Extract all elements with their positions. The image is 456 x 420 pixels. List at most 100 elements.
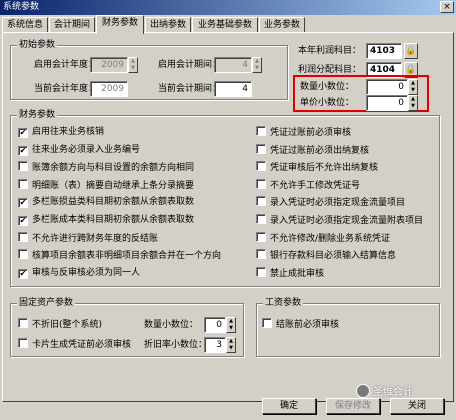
dep-rate-decimal-spinner[interactable]: ▲ ▼ [226, 337, 236, 353]
finance-left-checkbox-0[interactable]: ✔ 启用往来业务核销 [18, 126, 104, 138]
finance-params-title: 财务参数 [17, 109, 58, 121]
checkbox-box [262, 318, 272, 328]
checkbox-box [18, 249, 28, 260]
checkbox-box [256, 196, 266, 207]
finance-right-checkbox-4[interactable]: 录入凭证时必须指定现金流量项目 [256, 196, 405, 208]
finance-right-checkbox-label: 录入凭证时必须指定现金流量附表项目 [270, 216, 424, 226]
checkbox-box [256, 161, 266, 172]
profit-account-label: 本年利润科目： [298, 46, 362, 56]
finance-right-checkbox-label: 录入凭证时必须指定现金流量项目 [270, 198, 406, 209]
tab-cashier-params[interactable]: 出纳参数 [145, 17, 191, 33]
finance-right-checkbox-8[interactable]: 禁止成批审核 [256, 266, 325, 279]
finance-right-checkbox-2[interactable]: 凭证审核后不允许出纳复核 [256, 161, 378, 173]
tab-system-info[interactable]: 系统信息 [2, 17, 48, 33]
finance-left-checkbox-label: 往来业务必须录入业务编号 [32, 144, 141, 155]
start-year-spinner: ▲ ▼ [128, 57, 138, 73]
card-audit-checkbox[interactable]: 卡片生成凭证前必须审核 [18, 338, 131, 350]
ok-button[interactable]: 确定 [262, 398, 316, 414]
finance-right-checkbox-3[interactable]: 不允许手工修改凭证号 [256, 178, 361, 191]
window-title: 系统参数 [3, 2, 40, 12]
current-year-label: 当前会计年度： [34, 84, 98, 94]
checkbox-box [256, 214, 266, 224]
profit-account-field[interactable]: 4103 [366, 43, 402, 59]
finance-right-checkbox-label: 凭证过账前必须审核 [270, 128, 352, 138]
checkbox-box [18, 318, 28, 328]
finance-right-checkbox-label: 凭证审核后不允许出纳复核 [270, 163, 379, 174]
fa-qty-decimal-label: 数量小数位： [144, 320, 199, 330]
finance-left-checkbox-7[interactable]: 核算项目余额表非明细项目余额合并在一个方向 [18, 249, 221, 261]
finance-right-checkbox-label: 银行存款科目必须输入结算信息 [270, 251, 397, 262]
start-period-label: 启用会计期间： [158, 60, 222, 70]
checkmark-icon: ✔ [18, 216, 28, 226]
lock-icon[interactable]: 🔒 [404, 43, 418, 59]
finance-left-checkbox-3[interactable]: 明细账（表）摘要自动继承上条分录摘要 [18, 178, 195, 191]
checkbox-box [18, 231, 28, 242]
tab-business-params[interactable]: 业务参数 [259, 17, 305, 33]
checkbox-box [256, 178, 266, 189]
fa-qty-decimal-field[interactable]: 0 [204, 317, 226, 333]
tab-accounting-period[interactable]: 会计期间 [49, 17, 95, 33]
dep-rate-decimal-field[interactable]: 3 [204, 337, 226, 353]
finance-left-checkbox-label: 多栏账成本类科目期初余额从余额表取数 [32, 215, 195, 225]
finance-right-checkbox-0[interactable]: 凭证过账前必须审核 [256, 126, 351, 138]
start-year-label: 启用会计年度： [34, 60, 98, 70]
checkmark-icon: ✔ [18, 198, 28, 209]
fa-qty-decimal-spinner[interactable]: ▲ ▼ [226, 317, 236, 333]
payroll-params-title: 工资参数 [263, 297, 304, 309]
checkmark-icon: ✔ [18, 128, 28, 138]
tab-finance-params[interactable]: 财务参数 [96, 15, 144, 34]
wechat-icon [356, 384, 370, 398]
checkbox-box [18, 338, 28, 348]
finance-right-checkbox-label: 凭证过账前必须出纳复核 [270, 145, 370, 156]
close-button[interactable]: 关闭 [390, 398, 444, 414]
close-icon[interactable]: × [440, 1, 454, 13]
finance-left-checkbox-5[interactable]: ✔ 多栏账成本类科目期初余额从余额表取数 [18, 214, 194, 226]
price-decimal-spinner[interactable]: ▲ ▼ [408, 95, 418, 111]
checkbox-box [256, 143, 266, 154]
finance-left-checkbox-2[interactable]: 账簿余额方向与科目设置的余额方向相同 [18, 161, 194, 173]
finance-right-checkbox-5[interactable]: 录入凭证时必须指定现金流量附表项目 [256, 214, 423, 226]
checkbox-box [18, 161, 28, 172]
tab-business-base-params[interactable]: 业务基础参数 [192, 17, 258, 33]
finance-left-checkbox-label: 多栏账损益类科目期初余额从余额表取数 [32, 197, 195, 208]
finance-right-checkbox-label: 不允许修改/删除业务系统凭证 [270, 233, 391, 244]
checkmark-icon: ✔ [18, 268, 28, 279]
fixed-assets-title: 固定资产参数 [17, 297, 76, 309]
finance-right-checkbox-1[interactable]: 凭证过账前必须出纳复核 [256, 143, 370, 156]
settle-audit-checkbox[interactable]: 结账前必须审核 [262, 318, 339, 330]
start-period-spinner: ▲ ▼ [252, 57, 262, 73]
watermark: 圣维会计 [356, 384, 456, 400]
checkbox-box [256, 231, 266, 242]
finance-right-checkbox-7[interactable]: 银行存款科目必须输入结算信息 [256, 249, 396, 261]
finance-left-checkbox-label: 启用往来业务核销 [32, 127, 105, 137]
finance-left-checkbox-6[interactable]: 不允许进行跨财务年度的反结账 [18, 231, 159, 244]
current-year-field: 2009 [90, 81, 128, 97]
checkbox-box [18, 178, 28, 189]
price-decimal-field[interactable]: 0 [366, 95, 408, 111]
qty-decimal-field[interactable]: 0 [366, 79, 408, 95]
finance-left-checkbox-label: 明细账（表）摘要自动继承上条分录摘要 [32, 180, 195, 191]
finance-right-checkbox-6[interactable]: 不允许修改/删除业务系统凭证 [256, 231, 391, 244]
start-year-field: 2009 [90, 57, 128, 73]
finance-left-checkbox-1[interactable]: ✔ 往来业务必须录入业务编号 [18, 144, 140, 156]
checkbox-box [256, 266, 266, 277]
initial-params-title: 初始参数 [17, 39, 58, 51]
finance-left-checkbox-4[interactable]: ✔ 多栏账损益类科目期初余额从余额表取数 [18, 196, 195, 209]
finance-left-checkbox-label: 审核与反审核必须为同一人 [32, 267, 141, 278]
dep-rate-decimal-label: 折旧率小数位： [144, 340, 208, 350]
price-decimal-label: 单价小数位： [300, 98, 355, 108]
checkmark-icon: ✔ [18, 145, 28, 156]
finance-left-checkbox-label: 不允许进行跨财务年度的反结账 [32, 233, 159, 244]
save-changes-button: 保存修改 [326, 398, 380, 414]
finance-left-checkbox-label: 核算项目余额表非明细项目余额合并在一个方向 [32, 251, 222, 262]
finance-right-checkbox-label: 不允许手工修改凭证号 [270, 180, 361, 191]
qty-decimal-label: 数量小数位： [300, 82, 355, 92]
current-period-label: 当前会计期间： [158, 84, 222, 94]
finance-right-checkbox-label: 禁止成批审核 [270, 268, 325, 279]
qty-decimal-spinner[interactable]: ▲ ▼ [408, 79, 418, 95]
finance-left-checkbox-8[interactable]: ✔ 审核与反审核必须为同一人 [18, 267, 140, 279]
checkbox-box [256, 249, 266, 260]
finance-left-checkbox-label: 账簿余额方向与科目设置的余额方向相同 [32, 163, 195, 174]
no-depreciation-checkbox[interactable]: 不折旧(整个系统) [18, 318, 102, 330]
watermark-text: 圣维会计 [373, 387, 413, 398]
